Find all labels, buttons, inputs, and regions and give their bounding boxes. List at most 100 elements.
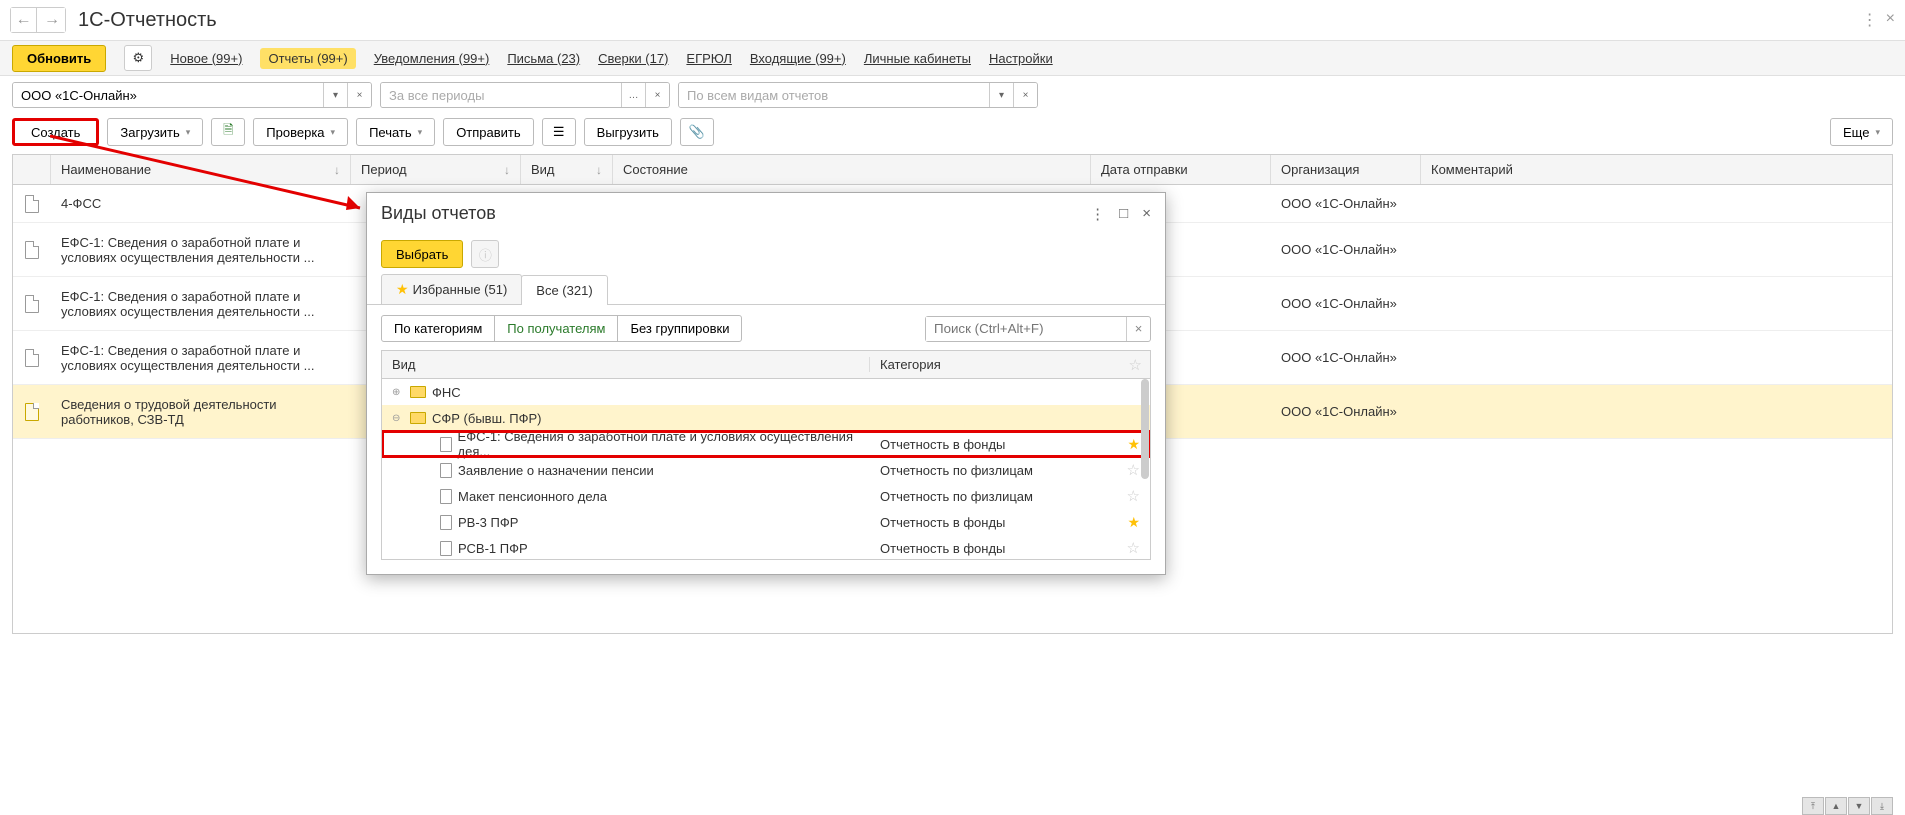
attach-icon-button[interactable]: 📎 — [680, 118, 714, 146]
type-filter-dropdown[interactable]: ▾ — [989, 83, 1013, 107]
seg-by-recipient[interactable]: По получателям — [494, 315, 618, 342]
filter-row: ▾ × … × ▾ × — [0, 76, 1905, 114]
table-scroll-buttons: ⤒ ▲ ▼ ⤓ — [1802, 797, 1893, 815]
type-filter-clear[interactable]: × — [1013, 83, 1037, 107]
star-icon[interactable]: ★ — [1127, 514, 1140, 531]
nav-reconciliations[interactable]: Сверки (17) — [598, 51, 668, 66]
create-button[interactable]: Создать — [12, 118, 99, 146]
modal-th-category[interactable]: Категория☆ — [870, 356, 1150, 374]
scroll-down-button[interactable]: ▼ — [1848, 797, 1870, 815]
more-button[interactable]: Еще — [1830, 118, 1893, 146]
th-type[interactable]: Вид↓ — [521, 155, 613, 184]
info-icon-button[interactable]: ⓘ — [471, 240, 499, 268]
scroll-top-button[interactable]: ⤒ — [1802, 797, 1824, 815]
row-org: ООО «1С-Онлайн» — [1271, 342, 1421, 373]
modal-th-type[interactable]: Вид — [382, 357, 870, 372]
nav-incoming[interactable]: Входящие (99+) — [750, 51, 846, 66]
star-icon[interactable]: ☆ — [1127, 461, 1140, 479]
tab-all[interactable]: Все (321) — [521, 275, 607, 305]
type-filter-input[interactable] — [679, 83, 989, 107]
export-button[interactable]: Выгрузить — [584, 118, 672, 146]
list-icon-button[interactable]: ☰ — [542, 118, 576, 146]
report-types-modal: Виды отчетов ⋮ □ × Выбрать ⓘ ★Избранные … — [366, 192, 1166, 575]
scrollbar-thumb[interactable] — [1141, 379, 1149, 479]
reload-icon-button[interactable]: 🗎 — [211, 118, 245, 146]
row-org: ООО «1С-Онлайн» — [1271, 188, 1421, 219]
row-name: ЕФС-1: Сведения о заработной плате и усл… — [51, 335, 351, 381]
nav-egrul[interactable]: ЕГРЮЛ — [686, 51, 731, 66]
th-date[interactable]: Дата отправки — [1091, 155, 1271, 184]
star-icon[interactable]: ★ — [1127, 436, 1140, 453]
tree-folder-sfr[interactable]: ⊖СФР (бывш. ПФР) — [382, 405, 1150, 431]
org-filter-input[interactable] — [13, 83, 323, 107]
modal-title: Виды отчетов — [381, 203, 496, 224]
tree-folder-fns[interactable]: ⊕ФНС — [382, 379, 1150, 405]
load-button[interactable]: Загрузить — [107, 118, 203, 146]
period-filter-clear[interactable]: × — [645, 83, 669, 107]
row-org: ООО «1С-Онлайн» — [1271, 234, 1421, 265]
modal-maximize-icon[interactable]: □ — [1119, 205, 1128, 223]
row-name: Сведения о трудовой деятельности работни… — [51, 389, 351, 435]
folder-icon — [410, 412, 426, 424]
star-icon: ☆ — [1129, 356, 1142, 374]
star-icon[interactable]: ☆ — [1127, 539, 1140, 557]
nav-back-button[interactable]: ← — [11, 8, 37, 32]
tree-item[interactable]: Заявление о назначении пенсии Отчетность… — [382, 457, 1150, 483]
page-title: 1С-Отчетность — [78, 9, 217, 32]
period-filter-picker[interactable]: … — [621, 83, 645, 107]
expand-icon[interactable]: ⊕ — [392, 387, 404, 398]
tree-item[interactable]: Макет пенсионного дела Отчетность по физ… — [382, 483, 1150, 509]
nav-notifications[interactable]: Уведомления (99+) — [374, 51, 490, 66]
seg-no-group[interactable]: Без группировки — [617, 315, 742, 342]
th-period[interactable]: Период↓ — [351, 155, 521, 184]
nav-new[interactable]: Новое (99+) — [170, 51, 242, 66]
nav-arrows: ← → — [10, 7, 66, 33]
th-icon — [13, 155, 51, 184]
row-org: ООО «1С-Онлайн» — [1271, 396, 1421, 427]
title-bar: ← → 1С-Отчетность ⋮ × — [0, 0, 1905, 40]
th-comment[interactable]: Комментарий — [1421, 155, 1892, 184]
document-icon — [440, 437, 452, 452]
star-icon[interactable]: ☆ — [1127, 487, 1140, 505]
document-icon — [440, 541, 452, 556]
document-icon — [25, 403, 39, 421]
search-clear-button[interactable]: × — [1126, 317, 1150, 341]
modal-menu-icon[interactable]: ⋮ — [1090, 205, 1105, 223]
modal-close-icon[interactable]: × — [1142, 205, 1151, 223]
nav-reports[interactable]: Отчеты (99+) — [260, 48, 355, 69]
scroll-bottom-button[interactable]: ⤓ — [1871, 797, 1893, 815]
nav-settings[interactable]: Настройки — [989, 51, 1053, 66]
send-button[interactable]: Отправить — [443, 118, 533, 146]
tree-item[interactable]: РСВ-1 ПФР Отчетность в фонды☆ — [382, 535, 1150, 560]
document-icon — [440, 515, 452, 530]
tree-item[interactable]: РВ-3 ПФР Отчетность в фонды★ — [382, 509, 1150, 535]
period-filter-input[interactable] — [381, 83, 621, 107]
tab-favorites[interactable]: ★Избранные (51) — [381, 274, 522, 304]
collapse-icon[interactable]: ⊖ — [392, 413, 404, 424]
row-name: ЕФС-1: Сведения о заработной плате и усл… — [51, 227, 351, 273]
nav-forward-button[interactable]: → — [39, 8, 65, 32]
th-state[interactable]: Состояние — [613, 155, 1091, 184]
print-button[interactable]: Печать — [356, 118, 435, 146]
select-button[interactable]: Выбрать — [381, 240, 463, 268]
org-filter-dropdown[interactable]: ▾ — [323, 83, 347, 107]
th-name[interactable]: Наименование↓ — [51, 155, 351, 184]
search-input[interactable] — [926, 317, 1126, 341]
th-org[interactable]: Организация — [1271, 155, 1421, 184]
nav-letters[interactable]: Письма (23) — [507, 51, 580, 66]
nav-cabinets[interactable]: Личные кабинеты — [864, 51, 971, 66]
document-icon — [25, 295, 39, 313]
menu-icon[interactable]: ⋮ — [1862, 10, 1878, 30]
document-icon — [440, 489, 452, 504]
row-name: ЕФС-1: Сведения о заработной плате и усл… — [51, 281, 351, 327]
org-filter-clear[interactable]: × — [347, 83, 371, 107]
toolbar: Обновить ⚙ Новое (99+) Отчеты (99+) Увед… — [0, 40, 1905, 76]
refresh-button[interactable]: Обновить — [12, 45, 106, 72]
action-row: Создать Загрузить 🗎 Проверка Печать Отпр… — [0, 114, 1905, 154]
close-icon[interactable]: × — [1886, 10, 1895, 30]
seg-by-category[interactable]: По категориям — [381, 315, 495, 342]
tree-item[interactable]: ЕФС-1: Сведения о заработной плате и усл… — [382, 431, 1150, 457]
scroll-up-button[interactable]: ▲ — [1825, 797, 1847, 815]
check-button[interactable]: Проверка — [253, 118, 348, 146]
gear-icon[interactable]: ⚙ — [124, 45, 152, 71]
